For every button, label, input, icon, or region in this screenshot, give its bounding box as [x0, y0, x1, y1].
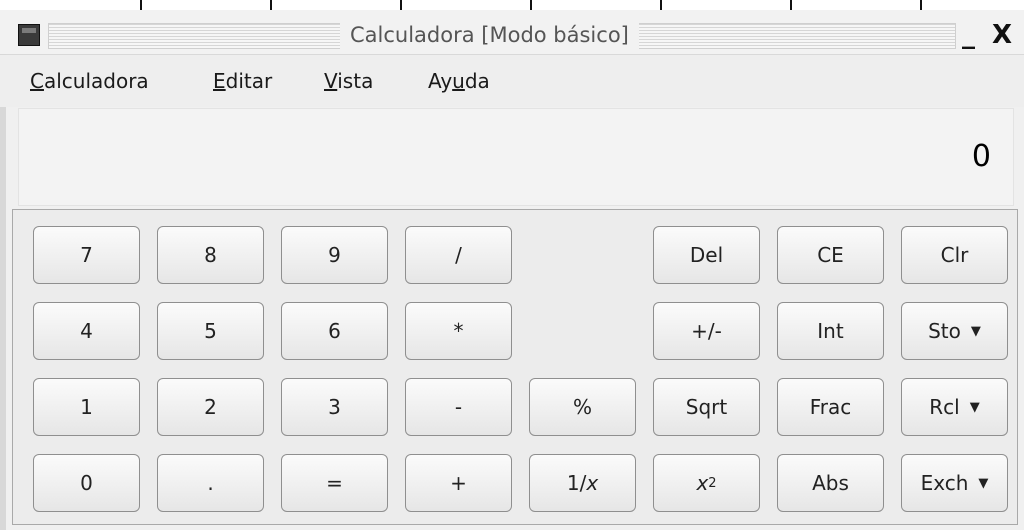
key-sqrt[interactable]: Sqrt: [653, 378, 760, 436]
key-int[interactable]: Int: [777, 302, 884, 360]
key-6[interactable]: 6: [281, 302, 388, 360]
key-sto[interactable]: Sto ▼: [901, 302, 1008, 360]
menu-calculadora[interactable]: Calculadora: [30, 67, 149, 95]
dropdown-arrow-icon: ▼: [969, 399, 980, 415]
key-del[interactable]: Del: [653, 226, 760, 284]
keypad: 7 8 9 / Del CE Clr 4 5 6 * +/- Int Sto ▼ …: [12, 209, 1018, 525]
dropdown-arrow-icon: ▼: [978, 475, 989, 491]
dropdown-arrow-icon: ▼: [970, 323, 981, 339]
key-0[interactable]: 0: [33, 454, 140, 512]
key-7[interactable]: 7: [33, 226, 140, 284]
display-panel: 0: [18, 108, 1014, 206]
key-2[interactable]: 2: [157, 378, 264, 436]
menu-ayuda[interactable]: Ayuda: [428, 67, 490, 95]
window-title: Calculadora [Modo básico]: [340, 20, 639, 50]
menu-vista[interactable]: Vista: [324, 67, 373, 95]
display-value: 0: [971, 139, 991, 174]
top-strip: [0, 0, 1024, 10]
key-abs[interactable]: Abs: [777, 454, 884, 512]
key-equals[interactable]: =: [281, 454, 388, 512]
key-multiply[interactable]: *: [405, 302, 512, 360]
key-decimal-point[interactable]: .: [157, 454, 264, 512]
window-border: [0, 54, 6, 530]
key-percent[interactable]: %: [529, 378, 636, 436]
key-1[interactable]: 1: [33, 378, 140, 436]
menu-bar: Calculadora Editar Vista Ayuda: [0, 55, 1024, 107]
key-divide[interactable]: /: [405, 226, 512, 284]
minimize-button[interactable]: _: [962, 20, 975, 50]
key-rcl[interactable]: Rcl ▼: [901, 378, 1008, 436]
key-plus-minus[interactable]: +/-: [653, 302, 760, 360]
close-button[interactable]: X: [992, 20, 1012, 50]
key-subtract[interactable]: -: [405, 378, 512, 436]
key-3[interactable]: 3: [281, 378, 388, 436]
key-frac[interactable]: Frac: [777, 378, 884, 436]
key-exch[interactable]: Exch ▼: [901, 454, 1008, 512]
key-8[interactable]: 8: [157, 226, 264, 284]
key-square[interactable]: x2: [653, 454, 760, 512]
key-4[interactable]: 4: [33, 302, 140, 360]
key-add[interactable]: +: [405, 454, 512, 512]
key-reciprocal[interactable]: 1/x: [529, 454, 636, 512]
key-clr[interactable]: Clr: [901, 226, 1008, 284]
title-bar[interactable]: Calculadora [Modo básico] _ X: [0, 10, 1024, 55]
key-9[interactable]: 9: [281, 226, 388, 284]
window-menu-icon[interactable]: [18, 24, 40, 46]
menu-editar[interactable]: Editar: [213, 67, 272, 95]
key-5[interactable]: 5: [157, 302, 264, 360]
key-ce[interactable]: CE: [777, 226, 884, 284]
